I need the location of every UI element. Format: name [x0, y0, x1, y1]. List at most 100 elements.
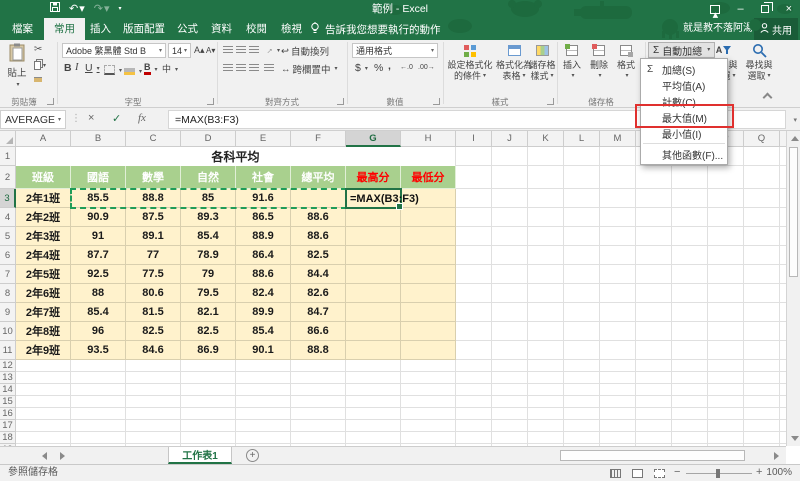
cell[interactable] — [708, 303, 744, 322]
currency-format-icon[interactable]: $ — [355, 62, 368, 74]
align-center-icon[interactable] — [236, 64, 246, 71]
cell[interactable] — [291, 408, 346, 420]
increase-decimal-icon[interactable]: ←.0 — [400, 64, 413, 71]
column-header[interactable]: K — [528, 131, 564, 147]
cell[interactable] — [708, 360, 744, 372]
cell[interactable] — [346, 396, 401, 408]
cell[interactable] — [672, 372, 708, 384]
cell[interactable] — [126, 372, 181, 384]
data-cell[interactable]: 85.4 — [236, 322, 291, 341]
autosum-menu-item[interactable]: 平均值(A) — [641, 77, 727, 93]
cell[interactable] — [492, 396, 528, 408]
cell[interactable] — [564, 208, 600, 227]
scroll-down-icon[interactable] — [791, 436, 799, 441]
cell[interactable] — [672, 396, 708, 408]
data-cell[interactable]: 88 — [71, 284, 126, 303]
cell[interactable] — [744, 227, 780, 246]
customize-qat-icon[interactable]: ▾ — [119, 0, 122, 18]
dialog-launcher-icon[interactable] — [547, 98, 554, 105]
cell[interactable] — [16, 372, 71, 384]
table-header-cell[interactable]: 總平均 — [291, 166, 346, 189]
data-cell[interactable] — [401, 322, 456, 341]
cell[interactable] — [456, 420, 492, 432]
cell[interactable] — [672, 384, 708, 396]
data-cell[interactable] — [346, 303, 401, 322]
scroll-right-icon[interactable] — [774, 452, 779, 460]
row-header[interactable]: 16 — [0, 408, 16, 420]
enter-formula-icon[interactable]: ✓ — [112, 112, 121, 125]
cell[interactable] — [636, 322, 672, 341]
cell[interactable] — [528, 408, 564, 420]
name-box-dropdown-icon[interactable]: ▾ — [58, 116, 61, 123]
cell[interactable] — [636, 384, 672, 396]
copy-icon[interactable] — [34, 60, 46, 71]
data-cell[interactable]: 86.5 — [236, 208, 291, 227]
row-header[interactable]: 15 — [0, 396, 16, 408]
data-cell[interactable]: 86.6 — [291, 322, 346, 341]
cell[interactable] — [346, 384, 401, 396]
cell[interactable] — [236, 432, 291, 444]
cell[interactable] — [528, 147, 564, 166]
cell[interactable] — [346, 420, 401, 432]
cell[interactable] — [744, 360, 780, 372]
cell[interactable] — [636, 360, 672, 372]
cell[interactable] — [564, 360, 600, 372]
data-cell[interactable] — [401, 227, 456, 246]
data-cell[interactable]: 80.6 — [126, 284, 181, 303]
data-cell[interactable]: 86.4 — [236, 246, 291, 265]
cell[interactable] — [291, 432, 346, 444]
cell[interactable] — [744, 408, 780, 420]
row-header[interactable]: 12 — [0, 360, 16, 372]
cell[interactable] — [744, 147, 780, 166]
cell[interactable] — [636, 372, 672, 384]
cell[interactable] — [492, 322, 528, 341]
cell[interactable] — [744, 284, 780, 303]
data-cell[interactable]: 85.4 — [181, 227, 236, 246]
tab-view[interactable]: 檢視 — [271, 18, 312, 40]
cell[interactable] — [600, 384, 636, 396]
zoom-level[interactable]: 100% — [766, 465, 792, 481]
cell[interactable] — [126, 396, 181, 408]
cell[interactable] — [528, 227, 564, 246]
cell[interactable] — [401, 432, 456, 444]
cell[interactable] — [71, 360, 126, 372]
cell[interactable] — [564, 189, 600, 208]
tell-me-box[interactable]: 告訴我您想要執行的動作 — [310, 18, 441, 40]
cell[interactable] — [564, 303, 600, 322]
merge-center-button[interactable]: ↔跨欄置中 — [281, 62, 338, 76]
cell[interactable] — [672, 303, 708, 322]
data-cell[interactable]: 2年2班 — [16, 208, 71, 227]
cell[interactable] — [744, 265, 780, 284]
row-header[interactable]: 1 — [0, 147, 16, 166]
font-name-select[interactable]: Adobe 繁黑體 Std B▾ — [62, 43, 166, 58]
data-cell[interactable]: 84.4 — [291, 265, 346, 284]
data-cell[interactable]: 2年1班 — [16, 189, 71, 208]
data-cell[interactable]: 82.4 — [236, 284, 291, 303]
cell[interactable] — [564, 166, 600, 189]
cell[interactable] — [744, 166, 780, 189]
cell[interactable] — [346, 408, 401, 420]
data-cell[interactable]: 82.5 — [181, 322, 236, 341]
cell[interactable] — [672, 322, 708, 341]
cell[interactable] — [708, 246, 744, 265]
cell[interactable] — [492, 227, 528, 246]
cell[interactable] — [636, 208, 672, 227]
cell[interactable] — [708, 227, 744, 246]
active-cell-editor[interactable]: =MAX(B3:F3) — [345, 188, 402, 209]
cell[interactable] — [236, 408, 291, 420]
cell[interactable] — [126, 420, 181, 432]
cell[interactable] — [456, 372, 492, 384]
data-cell[interactable] — [401, 303, 456, 322]
autosum-menu-item[interactable]: 最小值(I) — [641, 125, 727, 141]
next-sheet-icon[interactable] — [60, 452, 65, 460]
cell[interactable] — [600, 208, 636, 227]
data-cell[interactable]: 92.5 — [71, 265, 126, 284]
cell[interactable] — [492, 432, 528, 444]
cell[interactable] — [600, 360, 636, 372]
cell[interactable] — [492, 189, 528, 208]
cell[interactable] — [672, 208, 708, 227]
cell[interactable] — [492, 303, 528, 322]
align-bottom-icon[interactable] — [249, 46, 259, 53]
cell[interactable] — [528, 208, 564, 227]
data-cell[interactable]: 85 — [181, 189, 236, 208]
